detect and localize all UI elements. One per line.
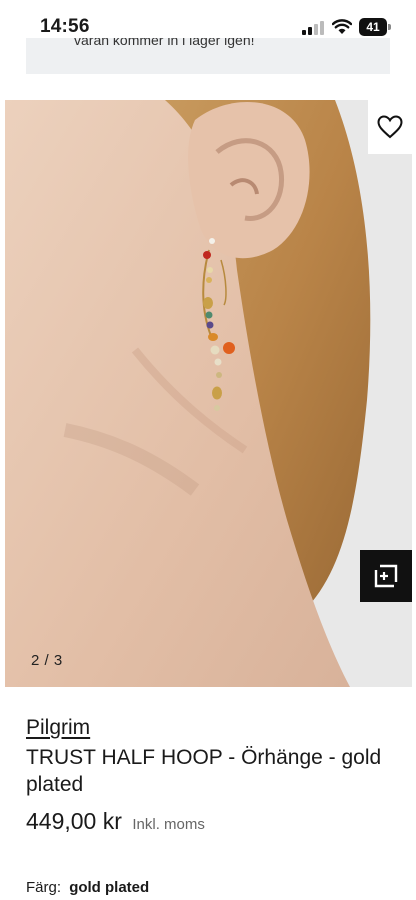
product-price: 449,00 kr [26, 808, 122, 834]
color-row: Färg: gold plated [26, 879, 149, 896]
product-photo [5, 100, 412, 687]
view-in-space-button[interactable] [360, 550, 412, 602]
cellular-signal-icon [302, 21, 324, 35]
product-image-gallery[interactable]: 2 / 3 [5, 100, 412, 687]
view-in-space-icon [374, 564, 398, 588]
stock-notice-text: varan kommer in i lager igen! [74, 38, 255, 48]
product-title: TRUST HALF HOOP - Örhänge - gold plated [26, 746, 382, 796]
status-time: 14:56 [40, 16, 90, 37]
price-row: 449,00 kr Inkl. moms [26, 808, 205, 835]
heart-outline-icon [377, 115, 403, 139]
battery-icon: 41 [359, 18, 391, 36]
brand-link[interactable]: Pilgrim [26, 716, 90, 740]
battery-tip [388, 24, 391, 30]
color-label: Färg: [26, 879, 62, 896]
wishlist-button[interactable] [368, 100, 412, 154]
color-value: gold plated [69, 879, 150, 896]
stock-notice-banner: varan kommer in i lager igen! [26, 38, 390, 74]
battery-level: 41 [366, 20, 380, 34]
vat-note: Inkl. moms [132, 816, 205, 833]
wifi-icon [332, 19, 352, 34]
image-counter: 2 / 3 [31, 652, 63, 669]
